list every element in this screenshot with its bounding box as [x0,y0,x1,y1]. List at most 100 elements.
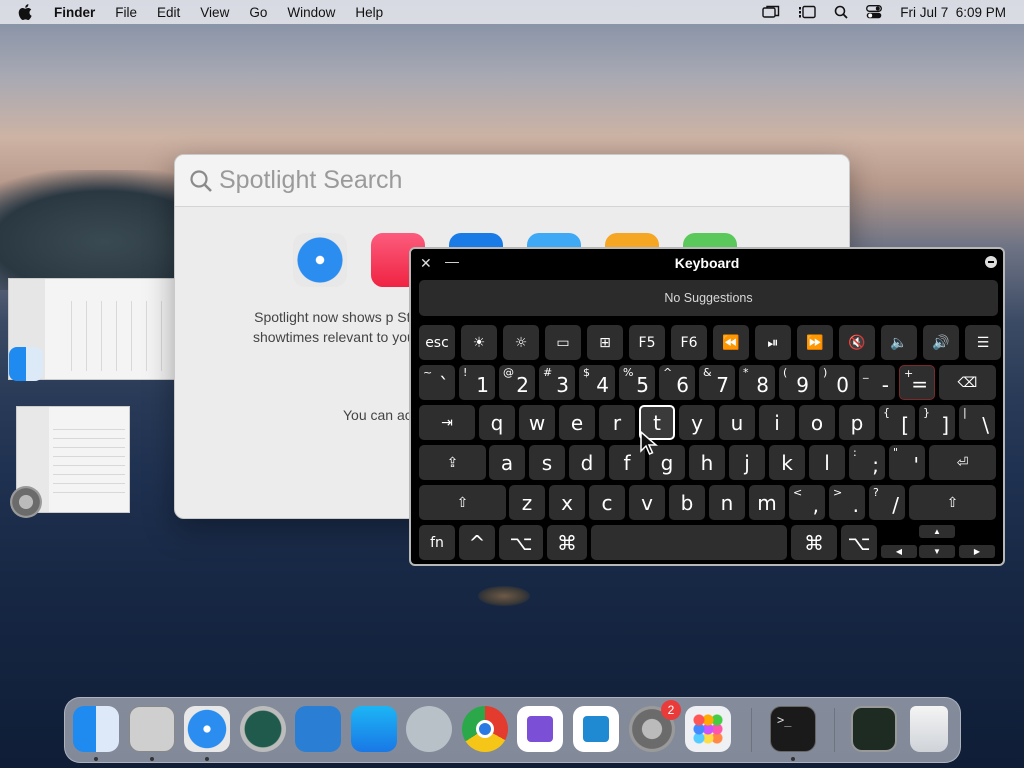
visual-studio-icon[interactable] [517,706,563,752]
stage-manager-icon[interactable] [798,5,816,19]
key-punct-q-2[interactable]: | \ [959,405,995,440]
key-l[interactable]: l [809,445,845,480]
key-punct-z-2[interactable]: ? / [869,485,905,520]
fn-row-key-12[interactable]: 🔊 [923,325,959,360]
key-j[interactable]: j [729,445,765,480]
key-punct-z-0[interactable]: <, [789,485,825,520]
control-key[interactable]: ^ [459,525,495,560]
key-s[interactable]: s [529,445,565,480]
key-8[interactable]: * 8 [739,365,775,400]
app-store-icon[interactable] [351,706,397,752]
safari-icon[interactable] [293,233,347,287]
fn-row-key-8[interactable]: ⏯ [755,325,791,360]
fn-row-key-13[interactable]: ☰ [965,325,1001,360]
key-punct-a-0[interactable]: :; [849,445,885,480]
arrow-left-key[interactable]: ◀ [881,545,917,558]
fn-row-key-9[interactable]: ⏩ [797,325,833,360]
key-0[interactable]: ~ ` [419,365,455,400]
fn-row-key-11[interactable]: 🔈 [881,325,917,360]
key-v[interactable]: v [629,485,665,520]
vscode-icon[interactable] [573,706,619,752]
right-shift-key[interactable]: ⇧ [909,485,996,520]
key-d[interactable]: d [569,445,605,480]
key-a[interactable]: a [489,445,525,480]
key-1[interactable]: ! 1 [459,365,495,400]
key-6[interactable]: ^ 6 [659,365,695,400]
finder-icon[interactable] [73,706,119,752]
arrow-right-key[interactable]: ▶ [959,545,995,558]
key-n[interactable]: n [709,485,745,520]
left-command-key[interactable]: ⌘ [547,525,587,560]
trash-icon[interactable] [910,706,948,752]
key-7[interactable]: & 7 [699,365,735,400]
space-key[interactable] [591,525,787,560]
fn-row-key-6[interactable]: F6 [671,325,707,360]
menu-file[interactable]: File [115,5,137,20]
key-x[interactable]: x [549,485,585,520]
key-punct-q-0[interactable]: {[ [879,405,915,440]
key-punct-q-1[interactable]: }] [919,405,955,440]
menu-clock[interactable]: Fri Jul 7 6:09 PM [900,5,1006,20]
search-icon[interactable] [834,5,848,19]
delete-key[interactable]: ⌫ [939,365,996,400]
fn-row-key-7[interactable]: ⏪ [713,325,749,360]
key-5[interactable]: % 5 [619,365,655,400]
menu-view[interactable]: View [200,5,229,20]
fn-key[interactable]: fn [419,525,455,560]
fn-row-key-3[interactable]: ▭ [545,325,581,360]
key-m[interactable]: m [749,485,785,520]
key-w[interactable]: w [519,405,555,440]
fn-row-key-0[interactable]: esc [419,325,455,360]
key-12[interactable]: + = [899,365,935,400]
key-q[interactable]: q [479,405,515,440]
system-settings-icon[interactable]: 2 [629,700,681,752]
key-o[interactable]: o [799,405,835,440]
key-punct-z-1[interactable]: >. [829,485,865,520]
key-y[interactable]: y [679,405,715,440]
key-9[interactable]: (9 [779,365,815,400]
instruments-icon[interactable] [295,706,341,752]
fn-row-key-4[interactable]: ⊞ [587,325,623,360]
automator-icon[interactable] [406,706,452,752]
menu-app-name[interactable]: Finder [54,5,95,20]
menu-window[interactable]: Window [287,5,335,20]
key-r[interactable]: r [599,405,635,440]
spotlight-search-input[interactable] [219,166,719,195]
launchpad-icon[interactable] [685,706,731,752]
arrow-down-key[interactable]: ▼ [919,545,955,558]
apple-menu-icon[interactable] [18,2,38,22]
fn-row-key-5[interactable]: F5 [629,325,665,360]
arrow-up-key[interactable]: ▲ [919,525,955,538]
options-icon[interactable] [985,256,997,268]
key-3[interactable]: #3 [539,365,575,400]
key-b[interactable]: b [669,485,705,520]
key-10[interactable]: ) 0 [819,365,855,400]
chrome-icon[interactable] [462,706,508,752]
script-editor-icon[interactable] [129,706,175,752]
menu-go[interactable]: Go [249,5,267,20]
safari-icon[interactable] [184,706,230,752]
key-u[interactable]: u [719,405,755,440]
activity-monitor-icon[interactable] [851,706,897,752]
key-h[interactable]: h [689,445,725,480]
fn-row-key-2[interactable]: ☼ [503,325,539,360]
screen-mirroring-icon[interactable] [762,5,780,19]
time-machine-icon[interactable] [240,706,286,752]
right-option-key[interactable]: ⌥ [841,525,877,560]
tab-key[interactable]: ⇥ [419,405,475,440]
key-e[interactable]: e [559,405,595,440]
control-center-icon[interactable] [866,5,883,19]
return-key[interactable]: ⏎ [929,445,996,480]
key-punct-a-1[interactable]: " ' [889,445,925,480]
key-4[interactable]: $4 [579,365,615,400]
key-c[interactable]: c [589,485,625,520]
key-p[interactable]: p [839,405,875,440]
fn-row-key-10[interactable]: 🔇 [839,325,875,360]
key-z[interactable]: z [509,485,545,520]
menu-edit[interactable]: Edit [157,5,180,20]
right-command-key[interactable]: ⌘ [791,525,837,560]
key-k[interactable]: k [769,445,805,480]
left-shift-key[interactable]: ⇧ [419,485,506,520]
key-11[interactable]: _ - [859,365,895,400]
key-i[interactable]: i [759,405,795,440]
